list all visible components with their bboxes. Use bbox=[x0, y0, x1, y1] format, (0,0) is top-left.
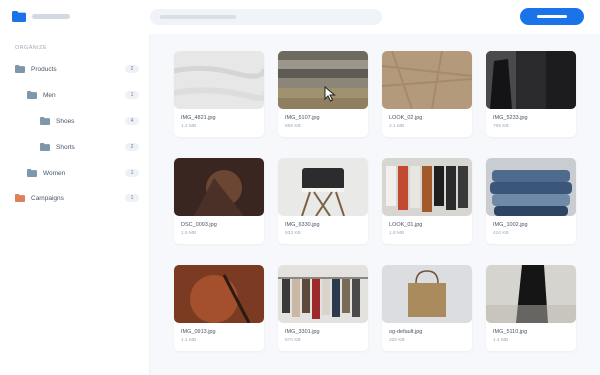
file-size: 1.8 MB bbox=[389, 231, 405, 236]
folder-icon bbox=[40, 117, 50, 125]
file-size: 410 KB bbox=[493, 231, 509, 236]
file-name: IMG_4821.jpg bbox=[181, 115, 216, 121]
file-card[interactable]: DSC_0093.jpg 1.5 MB bbox=[174, 158, 264, 244]
file-card[interactable]: IMG_4821.jpg 1.2 MB bbox=[174, 51, 264, 137]
folder-icon[interactable] bbox=[12, 11, 26, 22]
item-count-badge: 4 bbox=[125, 117, 139, 125]
brand-name-placeholder bbox=[32, 14, 70, 19]
file-thumbnail bbox=[486, 51, 576, 109]
sidebar-item-men[interactable]: Men 1 bbox=[27, 88, 150, 102]
sidebar-item-products[interactable]: Products 2 bbox=[15, 62, 150, 76]
sidebar-item-label: Men bbox=[43, 91, 56, 99]
sidebar-item-label: Shorts bbox=[56, 143, 75, 151]
file-size: 2.1 MB bbox=[389, 124, 405, 129]
file-thumbnail bbox=[278, 158, 368, 216]
file-thumbnail bbox=[174, 265, 264, 323]
sidebar-item-women[interactable]: Women 1 bbox=[27, 166, 150, 180]
file-thumbnail bbox=[486, 158, 576, 216]
item-count-badge: 1 bbox=[125, 194, 139, 202]
file-size: 320 KB bbox=[389, 338, 405, 343]
file-name: LOOK_01.jpg bbox=[389, 222, 423, 228]
file-card[interactable]: IMG_0913.jpg 1.1 MB bbox=[174, 265, 264, 351]
file-size: 765 KB bbox=[493, 124, 509, 129]
search-placeholder bbox=[160, 15, 236, 19]
file-card[interactable]: IMG_6330.jpg 933 KB bbox=[278, 158, 368, 244]
folder-icon bbox=[40, 143, 50, 151]
file-thumbnail bbox=[486, 265, 576, 323]
sidebar-item-label: Campaigns bbox=[31, 194, 64, 202]
sidebar-item-shorts[interactable]: Shorts 2 bbox=[40, 140, 150, 154]
sidebar-item-campaigns[interactable]: Campaigns 1 bbox=[15, 191, 150, 205]
file-card[interactable]: IMG_5110.jpg 1.4 MB bbox=[486, 265, 576, 351]
file-size: 1.1 MB bbox=[181, 338, 197, 343]
file-size: 1.4 MB bbox=[493, 338, 509, 343]
item-count-badge: 1 bbox=[125, 91, 139, 99]
item-count-badge: 2 bbox=[125, 143, 139, 151]
item-count-badge: 1 bbox=[125, 169, 139, 177]
mouse-cursor-icon bbox=[324, 86, 336, 102]
folder-icon bbox=[15, 194, 25, 202]
file-name: IMG_0913.jpg bbox=[181, 329, 216, 335]
file-card[interactable]: IMG_5233.jpg 765 KB bbox=[486, 51, 576, 137]
file-thumbnail bbox=[382, 51, 472, 109]
upload-button[interactable] bbox=[520, 8, 584, 25]
file-name: og-default.jpg bbox=[389, 329, 423, 335]
file-name: LOOK_02.jpg bbox=[389, 115, 423, 121]
file-card[interactable]: LOOK_02.jpg 2.1 MB bbox=[382, 51, 472, 137]
file-thumbnail bbox=[174, 158, 264, 216]
item-count-badge: 2 bbox=[125, 65, 139, 73]
folder-icon bbox=[15, 65, 25, 73]
sidebar-item-label: Products bbox=[31, 65, 57, 73]
file-size: 670 KB bbox=[285, 338, 301, 343]
file-card[interactable]: IMG_1002.jpg 410 KB bbox=[486, 158, 576, 244]
file-card[interactable]: IMG_5107.jpg 858 KB bbox=[278, 51, 368, 137]
file-card[interactable]: LOOK_01.jpg 1.8 MB bbox=[382, 158, 472, 244]
search-input[interactable] bbox=[150, 9, 382, 25]
file-thumbnail bbox=[278, 265, 368, 323]
file-size: 1.5 MB bbox=[181, 231, 197, 236]
sidebar: ORGANIZE Products 2 Men 1 Shoes 4 Shorts… bbox=[0, 34, 150, 375]
file-name: IMG_5110.jpg bbox=[493, 329, 528, 335]
file-name: DSC_0093.jpg bbox=[181, 222, 217, 228]
file-thumbnail bbox=[278, 51, 368, 109]
file-name: IMG_5107.jpg bbox=[285, 115, 320, 121]
section-label: ORGANIZE bbox=[15, 45, 47, 51]
file-thumbnail bbox=[382, 158, 472, 216]
file-card[interactable]: og-default.jpg 320 KB bbox=[382, 265, 472, 351]
file-size: 858 KB bbox=[285, 124, 301, 129]
file-thumbnail bbox=[174, 51, 264, 109]
folder-icon bbox=[27, 91, 37, 99]
file-name: IMG_1002.jpg bbox=[493, 222, 528, 228]
sidebar-item-shoes[interactable]: Shoes 4 bbox=[40, 114, 150, 128]
folder-icon bbox=[27, 169, 37, 177]
sidebar-item-label: Shoes bbox=[56, 117, 75, 125]
file-thumbnail bbox=[382, 265, 472, 323]
file-card[interactable]: IMG_3301.jpg 670 KB bbox=[278, 265, 368, 351]
file-size: 933 KB bbox=[285, 231, 301, 236]
file-size: 1.2 MB bbox=[181, 124, 197, 129]
file-name: IMG_5233.jpg bbox=[493, 115, 528, 121]
file-name: IMG_6330.jpg bbox=[285, 222, 320, 228]
sidebar-item-label: Women bbox=[43, 169, 66, 177]
top-bar bbox=[0, 0, 600, 34]
file-name: IMG_3301.jpg bbox=[285, 329, 320, 335]
upload-button-label-placeholder bbox=[537, 15, 567, 18]
